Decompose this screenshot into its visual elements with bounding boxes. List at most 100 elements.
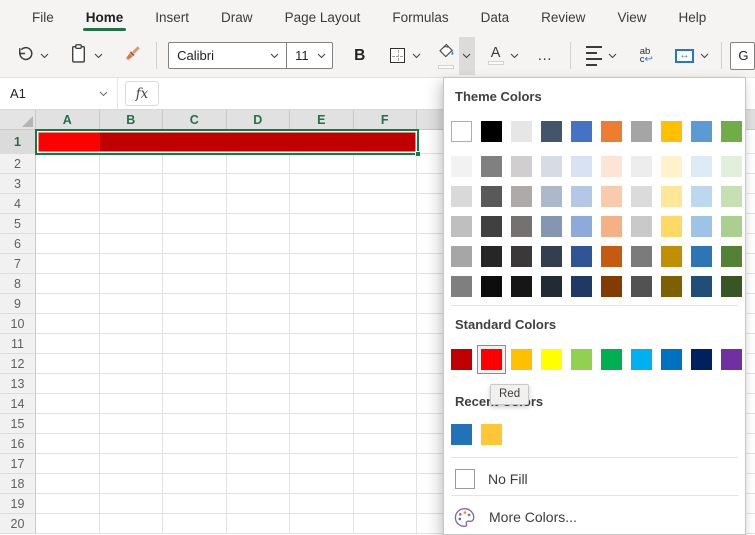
cell-f8[interactable] xyxy=(354,274,418,294)
cell-c18[interactable] xyxy=(163,474,227,494)
theme-color-swatch[interactable] xyxy=(601,156,622,177)
theme-color-swatch[interactable] xyxy=(511,216,532,237)
cell-b15[interactable] xyxy=(100,414,164,434)
cell-e11[interactable] xyxy=(290,334,354,354)
cell-a6[interactable] xyxy=(36,234,100,254)
theme-color-swatch[interactable] xyxy=(661,246,682,267)
row-header-8[interactable]: 8 xyxy=(0,274,36,294)
standard-color-swatch[interactable] xyxy=(541,349,562,370)
cell-f2[interactable] xyxy=(354,154,418,174)
cell-f14[interactable] xyxy=(354,394,418,414)
theme-color-swatch[interactable] xyxy=(721,156,742,177)
cell-c6[interactable] xyxy=(163,234,227,254)
theme-color-swatch[interactable] xyxy=(541,276,562,297)
cell-d3[interactable] xyxy=(227,174,291,194)
cell-f12[interactable] xyxy=(354,354,418,374)
theme-color-swatch[interactable] xyxy=(541,246,562,267)
cell-d6[interactable] xyxy=(227,234,291,254)
name-box[interactable]: A1 xyxy=(0,78,118,109)
column-header-a[interactable]: A xyxy=(36,110,100,130)
cell-e5[interactable] xyxy=(290,214,354,234)
cell-b11[interactable] xyxy=(100,334,164,354)
cell-d5[interactable] xyxy=(227,214,291,234)
cell-c4[interactable] xyxy=(163,194,227,214)
merge-center-dropdown[interactable] xyxy=(697,37,713,75)
font-color-button[interactable]: A xyxy=(485,39,507,73)
cell-d15[interactable] xyxy=(227,414,291,434)
cell-a19[interactable] xyxy=(36,494,100,514)
row-header-7[interactable]: 7 xyxy=(0,254,36,274)
standard-color-swatch[interactable] xyxy=(661,349,682,370)
column-header-b[interactable]: B xyxy=(100,110,164,130)
cell-a20[interactable] xyxy=(36,514,100,534)
fill-handle[interactable] xyxy=(415,151,421,157)
cell-f20[interactable] xyxy=(354,514,418,534)
more-font-options-button[interactable]: … xyxy=(532,39,558,73)
theme-color-swatch[interactable] xyxy=(511,121,532,142)
tab-formulas[interactable]: Formulas xyxy=(376,0,464,34)
cell-e13[interactable] xyxy=(290,374,354,394)
tab-file[interactable]: File xyxy=(16,0,70,34)
cell-c15[interactable] xyxy=(163,414,227,434)
row-header-14[interactable]: 14 xyxy=(0,394,36,414)
recent-color-swatch[interactable] xyxy=(451,424,472,445)
row-header-3[interactable]: 3 xyxy=(0,174,36,194)
column-header-c[interactable]: C xyxy=(163,110,227,130)
theme-color-swatch[interactable] xyxy=(661,121,682,142)
standard-color-swatch[interactable] xyxy=(601,349,622,370)
cell-f11[interactable] xyxy=(354,334,418,354)
cell-d13[interactable] xyxy=(227,374,291,394)
cell-b9[interactable] xyxy=(100,294,164,314)
cell-c3[interactable] xyxy=(163,174,227,194)
cell-c7[interactable] xyxy=(163,254,227,274)
tab-insert[interactable]: Insert xyxy=(139,0,205,34)
standard-color-swatch[interactable] xyxy=(451,349,472,370)
theme-color-swatch[interactable] xyxy=(481,186,502,207)
theme-color-swatch[interactable] xyxy=(661,216,682,237)
cell-f3[interactable] xyxy=(354,174,418,194)
cell-e19[interactable] xyxy=(290,494,354,514)
cell-a2[interactable] xyxy=(36,154,100,174)
tab-view[interactable]: View xyxy=(601,0,662,34)
cell-e2[interactable] xyxy=(290,154,354,174)
theme-color-swatch[interactable] xyxy=(691,216,712,237)
cell-a8[interactable] xyxy=(36,274,100,294)
theme-color-swatch[interactable] xyxy=(691,246,712,267)
standard-color-swatch[interactable] xyxy=(721,349,742,370)
cell-c11[interactable] xyxy=(163,334,227,354)
cell-e14[interactable] xyxy=(290,394,354,414)
theme-color-swatch[interactable] xyxy=(631,156,652,177)
fill-color-dropdown[interactable] xyxy=(459,37,475,75)
cell-b12[interactable] xyxy=(100,354,164,374)
row-header-12[interactable]: 12 xyxy=(0,354,36,374)
row-header-13[interactable]: 13 xyxy=(0,374,36,394)
theme-color-swatch[interactable] xyxy=(451,216,472,237)
cell-a7[interactable] xyxy=(36,254,100,274)
cell-a12[interactable] xyxy=(36,354,100,374)
theme-color-swatch[interactable] xyxy=(541,121,562,142)
theme-color-swatch[interactable] xyxy=(601,276,622,297)
theme-color-swatch[interactable] xyxy=(571,121,592,142)
theme-color-swatch[interactable] xyxy=(571,216,592,237)
theme-color-swatch[interactable] xyxy=(481,276,502,297)
standard-color-swatch[interactable] xyxy=(511,349,532,370)
cell-b19[interactable] xyxy=(100,494,164,514)
cell-d14[interactable] xyxy=(227,394,291,414)
theme-color-swatch[interactable] xyxy=(661,156,682,177)
theme-color-swatch[interactable] xyxy=(511,156,532,177)
theme-color-swatch[interactable] xyxy=(571,186,592,207)
paste-dropdown[interactable] xyxy=(91,37,107,75)
format-painter-button[interactable] xyxy=(119,39,146,73)
cell-b4[interactable] xyxy=(100,194,164,214)
select-all-corner[interactable] xyxy=(0,110,36,130)
cell-f15[interactable] xyxy=(354,414,418,434)
cell-c10[interactable] xyxy=(163,314,227,334)
theme-color-swatch[interactable] xyxy=(511,276,532,297)
theme-color-swatch[interactable] xyxy=(631,121,652,142)
tab-home[interactable]: Home xyxy=(70,0,140,34)
borders-dropdown[interactable] xyxy=(408,37,424,75)
cell-b18[interactable] xyxy=(100,474,164,494)
row-header-17[interactable]: 17 xyxy=(0,454,36,474)
cell-b16[interactable] xyxy=(100,434,164,454)
cell-f6[interactable] xyxy=(354,234,418,254)
